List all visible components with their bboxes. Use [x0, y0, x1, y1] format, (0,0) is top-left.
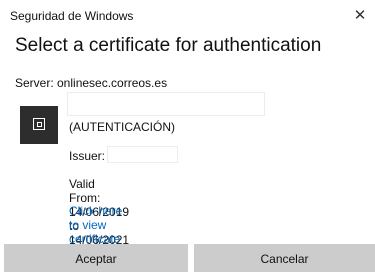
server-label: Server: onlinesec.correos.es — [15, 76, 168, 90]
accept-button[interactable]: Aceptar — [4, 244, 188, 272]
certificate-icon — [20, 106, 58, 144]
close-icon[interactable]: ✕ — [351, 6, 369, 24]
issuer-label: Issuer: — [69, 149, 106, 163]
cancel-button[interactable]: Cancelar — [194, 244, 375, 272]
certificate-name-redacted — [67, 92, 265, 116]
dialog-heading: Select a certificate for authentication — [15, 35, 322, 56]
certificate-icon-glyph — [33, 118, 45, 130]
certificate-subtitle: (AUTENTICACIÓN) — [69, 120, 175, 134]
certificate-dialog: Seguridad de Windows ✕ Select a certific… — [0, 0, 375, 278]
window-title: Seguridad de Windows — [10, 9, 134, 23]
issuer-value-redacted — [107, 146, 178, 163]
